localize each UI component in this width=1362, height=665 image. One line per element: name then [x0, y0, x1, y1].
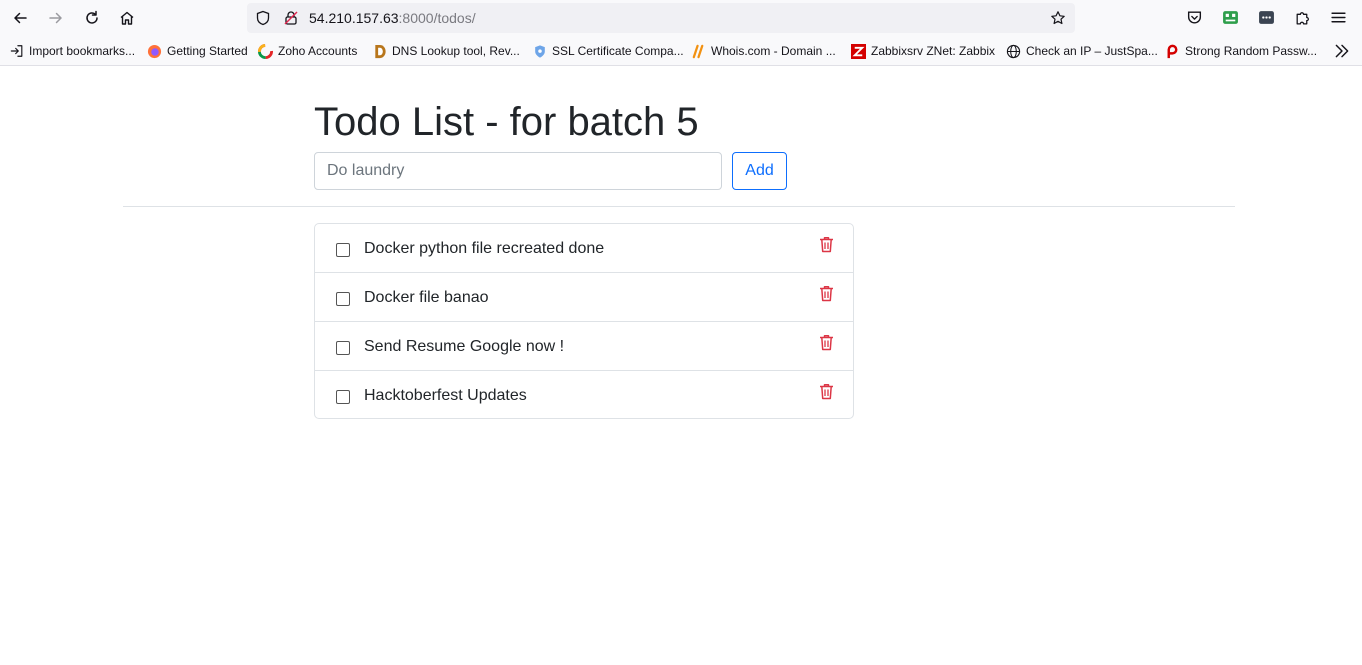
bookmark-label: Getting Started: [167, 44, 248, 58]
todo-checkbox[interactable]: [336, 292, 350, 306]
url-host: 54.210.157.63: [309, 10, 399, 26]
todo-item: Send Resume Google now !: [315, 322, 853, 371]
bookmark-zoho[interactable]: Zoho Accounts: [258, 42, 357, 60]
import-icon: [9, 44, 24, 59]
bookmarks-bar: Import bookmarks... Getting Started Zoho…: [0, 36, 1362, 66]
trash-icon[interactable]: [819, 383, 834, 400]
home-icon: [120, 11, 134, 25]
todo-item: Docker file banao: [315, 273, 853, 322]
insecure-lock-icon[interactable]: [283, 10, 299, 26]
url-text[interactable]: 54.210.157.63:8000/todos/: [309, 10, 476, 26]
extension-green-button[interactable]: [1220, 7, 1240, 27]
bookmark-label: SSL Certificate Compa...: [552, 44, 684, 58]
trash-icon[interactable]: [819, 236, 834, 253]
todo-checkbox[interactable]: [336, 243, 350, 257]
todo-text: Docker python file recreated done: [364, 240, 605, 257]
reload-icon: [86, 10, 98, 24]
globe-icon: [1006, 44, 1021, 59]
home-button[interactable]: [114, 5, 140, 31]
tracking-shield-icon[interactable]: [255, 10, 271, 26]
bookmark-getting-started[interactable]: Getting Started: [147, 42, 248, 60]
menu-button[interactable]: [1328, 7, 1348, 27]
puzzle-icon: [1296, 11, 1309, 25]
extensions-button[interactable]: [1292, 7, 1312, 27]
dns-icon: [372, 44, 387, 59]
pocket-icon: [1187, 10, 1201, 23]
bookmark-check-ip[interactable]: Check an IP – JustSpa...: [1006, 42, 1158, 60]
bookmark-dns-lookup[interactable]: DNS Lookup tool, Rev...: [372, 42, 520, 60]
url-path: :8000/todos/: [398, 10, 476, 26]
bookmark-label: Import bookmarks...: [29, 44, 136, 58]
bookmark-label: Check an IP – JustSpa...: [1026, 44, 1158, 58]
zoho-icon: [258, 43, 273, 59]
divider: [123, 206, 1235, 207]
back-button[interactable]: [7, 5, 33, 31]
todo-item: Docker python file recreated done: [315, 224, 853, 273]
bookmark-whois[interactable]: Whois.com - Domain ...: [691, 42, 836, 60]
forward-button[interactable]: [43, 5, 69, 31]
zabbix-icon: [851, 43, 866, 59]
password-icon: [1165, 44, 1180, 59]
bookmark-label: Strong Random Passw...: [1185, 44, 1318, 58]
bookmark-label: Whois.com - Domain ...: [711, 44, 836, 58]
todo-item: Hacktoberfest Updates: [315, 371, 853, 418]
pocket-button[interactable]: [1184, 7, 1204, 27]
bookmark-strong-password[interactable]: Strong Random Passw...: [1165, 42, 1317, 60]
bookmark-label: Zoho Accounts: [278, 44, 358, 58]
todo-checkbox[interactable]: [336, 390, 350, 404]
trash-icon[interactable]: [819, 285, 834, 302]
password-manager-button[interactable]: [1256, 7, 1276, 27]
password-manager-icon: [1258, 10, 1274, 24]
browser-toolbar: 54.210.157.63:8000/todos/: [0, 0, 1362, 36]
chevron-double-right-icon[interactable]: [1333, 42, 1351, 60]
url-bar[interactable]: 54.210.157.63:8000/todos/: [247, 3, 1075, 33]
bookmark-import[interactable]: Import bookmarks...: [9, 42, 135, 60]
todo-text: Hacktoberfest Updates: [364, 387, 527, 404]
add-button[interactable]: Add: [732, 152, 787, 190]
bookmark-ssl-certificate[interactable]: SSL Certificate Compa...: [532, 42, 684, 60]
shield-icon: [532, 44, 547, 59]
trash-icon[interactable]: [819, 334, 834, 351]
arrow-left-icon: [14, 12, 27, 24]
reload-button[interactable]: [79, 5, 105, 31]
todo-input[interactable]: [314, 152, 722, 190]
bookmark-label: Zabbixsrv ZNet: Zabbix: [871, 44, 996, 58]
bookmark-label: DNS Lookup tool, Rev...: [392, 44, 520, 58]
arrow-right-icon: [49, 12, 62, 24]
whois-icon: [691, 44, 706, 59]
firefox-icon: [147, 44, 162, 59]
bookmark-zabbix[interactable]: Zabbixsrv ZNet: Zabbix: [851, 42, 995, 60]
todo-checkbox[interactable]: [336, 341, 350, 355]
todo-text: Send Resume Google now !: [364, 338, 565, 355]
hamburger-icon: [1330, 12, 1346, 22]
todo-list: Docker python file recreated done Docker…: [314, 223, 854, 419]
star-icon[interactable]: [1050, 10, 1066, 26]
extension-green-icon: [1222, 10, 1238, 24]
todo-text: Docker file banao: [364, 289, 489, 306]
page-title: Todo List - for batch 5: [314, 100, 699, 144]
